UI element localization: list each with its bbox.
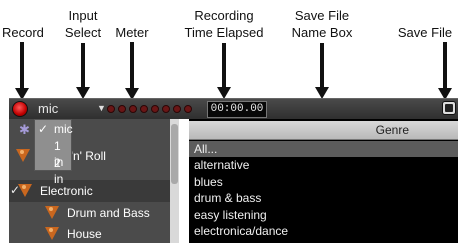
genre-column-header[interactable]: Genre	[189, 121, 458, 140]
dropdown-option-2-in[interactable]: 2 in	[35, 155, 73, 186]
dropdown-option-mic[interactable]: ✓ mic	[35, 121, 73, 137]
callout-save-file-name-line2: Name Box	[291, 25, 353, 40]
recording-toolbar: mic ▼ 00:00.00	[9, 98, 458, 119]
tree-item-electronic[interactable]: ✓ Electronic	[9, 180, 171, 202]
meter-led	[107, 105, 115, 113]
crate-cone-icon	[45, 206, 59, 220]
callout-record-label: Record	[2, 25, 44, 40]
floppy-disk-icon[interactable]	[442, 101, 456, 115]
recording-time-elapsed: 00:00.00	[207, 101, 267, 118]
tree-item-drum-and-bass[interactable]: Drum and Bass	[9, 202, 171, 224]
crate-cone-icon	[18, 184, 32, 198]
input-select-dropdown: ✓ mic 1 in 2 in	[34, 119, 73, 186]
checkmark-icon: ✓	[38, 122, 49, 136]
meter-led	[118, 105, 126, 113]
arrow-down-icon	[315, 43, 329, 100]
genre-label: blues	[194, 175, 223, 189]
meter-led	[140, 105, 148, 113]
arrow-down-icon	[438, 42, 452, 100]
genre-row[interactable]: electronica/dance	[189, 223, 458, 239]
level-meter	[107, 105, 192, 113]
genre-column-title: Genre	[375, 123, 409, 137]
genre-label: All...	[194, 142, 218, 156]
callout-save-file-name-line1: Save File	[294, 8, 350, 23]
callout-input-select-line1: Input	[68, 8, 98, 23]
record-button[interactable]	[12, 101, 28, 117]
dropdown-option-1-in[interactable]: 1 in	[35, 138, 73, 169]
arrow-down-icon	[15, 42, 29, 100]
arrow-down-icon	[217, 43, 231, 100]
genre-row[interactable]: drum & bass	[189, 190, 458, 206]
meter-led	[162, 105, 170, 113]
callout-recording-time-line1: Recording	[194, 8, 254, 23]
genre-label: electronica/dance	[194, 224, 289, 238]
crate-cone-icon	[16, 149, 30, 163]
meter-led	[151, 105, 159, 113]
genre-label: drum & bass	[194, 191, 262, 205]
meter-led	[173, 105, 181, 113]
arrow-down-icon	[76, 43, 90, 100]
tree-item-house[interactable]: House	[9, 223, 171, 245]
snowflake-icon: ✱	[19, 122, 30, 137]
crate-cone-icon	[45, 227, 59, 241]
callout-meter-label: Meter	[115, 25, 149, 40]
input-select-value[interactable]: mic	[38, 101, 58, 116]
meter-led	[129, 105, 137, 113]
genre-row[interactable]: alternative	[189, 157, 458, 173]
dropdown-option-label: 2 in	[54, 156, 64, 186]
tree-item-label: Drum and Bass	[67, 206, 150, 220]
arrow-down-icon	[125, 42, 139, 100]
tree-item-label: House	[67, 227, 102, 241]
dropdown-option-label: mic	[54, 122, 73, 136]
genre-browser-panel: Genre All... alternative blues drum & ba…	[189, 119, 458, 243]
tree-scrollbar[interactable]	[170, 119, 179, 243]
genre-row[interactable]: easy listening	[189, 207, 458, 223]
genre-row[interactable]: All...	[189, 141, 458, 157]
genre-label: alternative	[194, 158, 250, 172]
chevron-down-icon[interactable]: ▼	[97, 103, 106, 113]
callout-save-file-label: Save File	[397, 25, 453, 40]
genre-row[interactable]: blues	[189, 174, 458, 190]
meter-led	[184, 105, 192, 113]
callout-recording-time-line2: Time Elapsed	[184, 25, 264, 40]
genre-label: easy listening	[194, 208, 267, 222]
callout-input-select-line2: Select	[64, 25, 102, 40]
